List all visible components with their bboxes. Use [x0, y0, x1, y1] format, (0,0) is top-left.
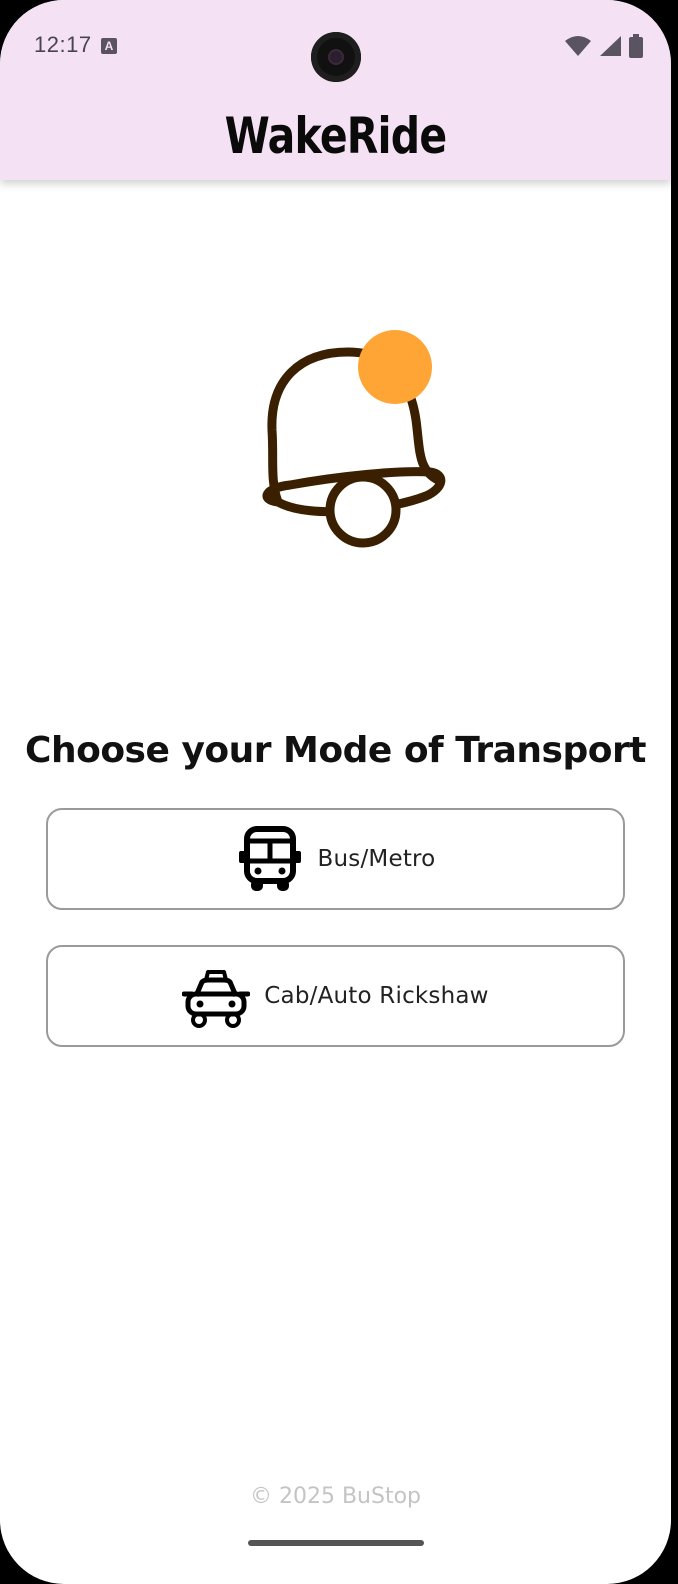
- app-screen: 12:17 A WakeRide Choose your Mode of Tra…: [0, 0, 671, 1584]
- text-a-icon: A: [101, 38, 117, 54]
- app-bar: 12:17 A WakeRide: [0, 0, 671, 180]
- page-heading: Choose your Mode of Transport: [25, 730, 646, 771]
- status-icons: [565, 34, 643, 58]
- app-title: WakeRide: [224, 107, 447, 165]
- camera-cutout: [311, 32, 361, 82]
- wifi-icon: [565, 36, 591, 56]
- signal-icon: [600, 36, 621, 56]
- bus-icon: [236, 825, 304, 893]
- bus-metro-button[interactable]: Bus/Metro: [46, 808, 625, 910]
- device-frame: 12:17 A WakeRide Choose your Mode of Tra…: [0, 0, 678, 1584]
- battery-icon: [629, 34, 643, 58]
- footer-copyright: © 2025 BuStop: [249, 1484, 422, 1509]
- cab-auto-label: Cab/Auto Rickshaw: [264, 983, 489, 1009]
- status-time: 12:17: [34, 32, 92, 57]
- home-indicator[interactable]: [248, 1540, 424, 1546]
- taxi-icon: [182, 962, 251, 1030]
- bus-metro-label: Bus/Metro: [317, 846, 436, 872]
- bell-notification-icon: [230, 320, 460, 560]
- cab-auto-button[interactable]: Cab/Auto Rickshaw: [46, 945, 625, 1047]
